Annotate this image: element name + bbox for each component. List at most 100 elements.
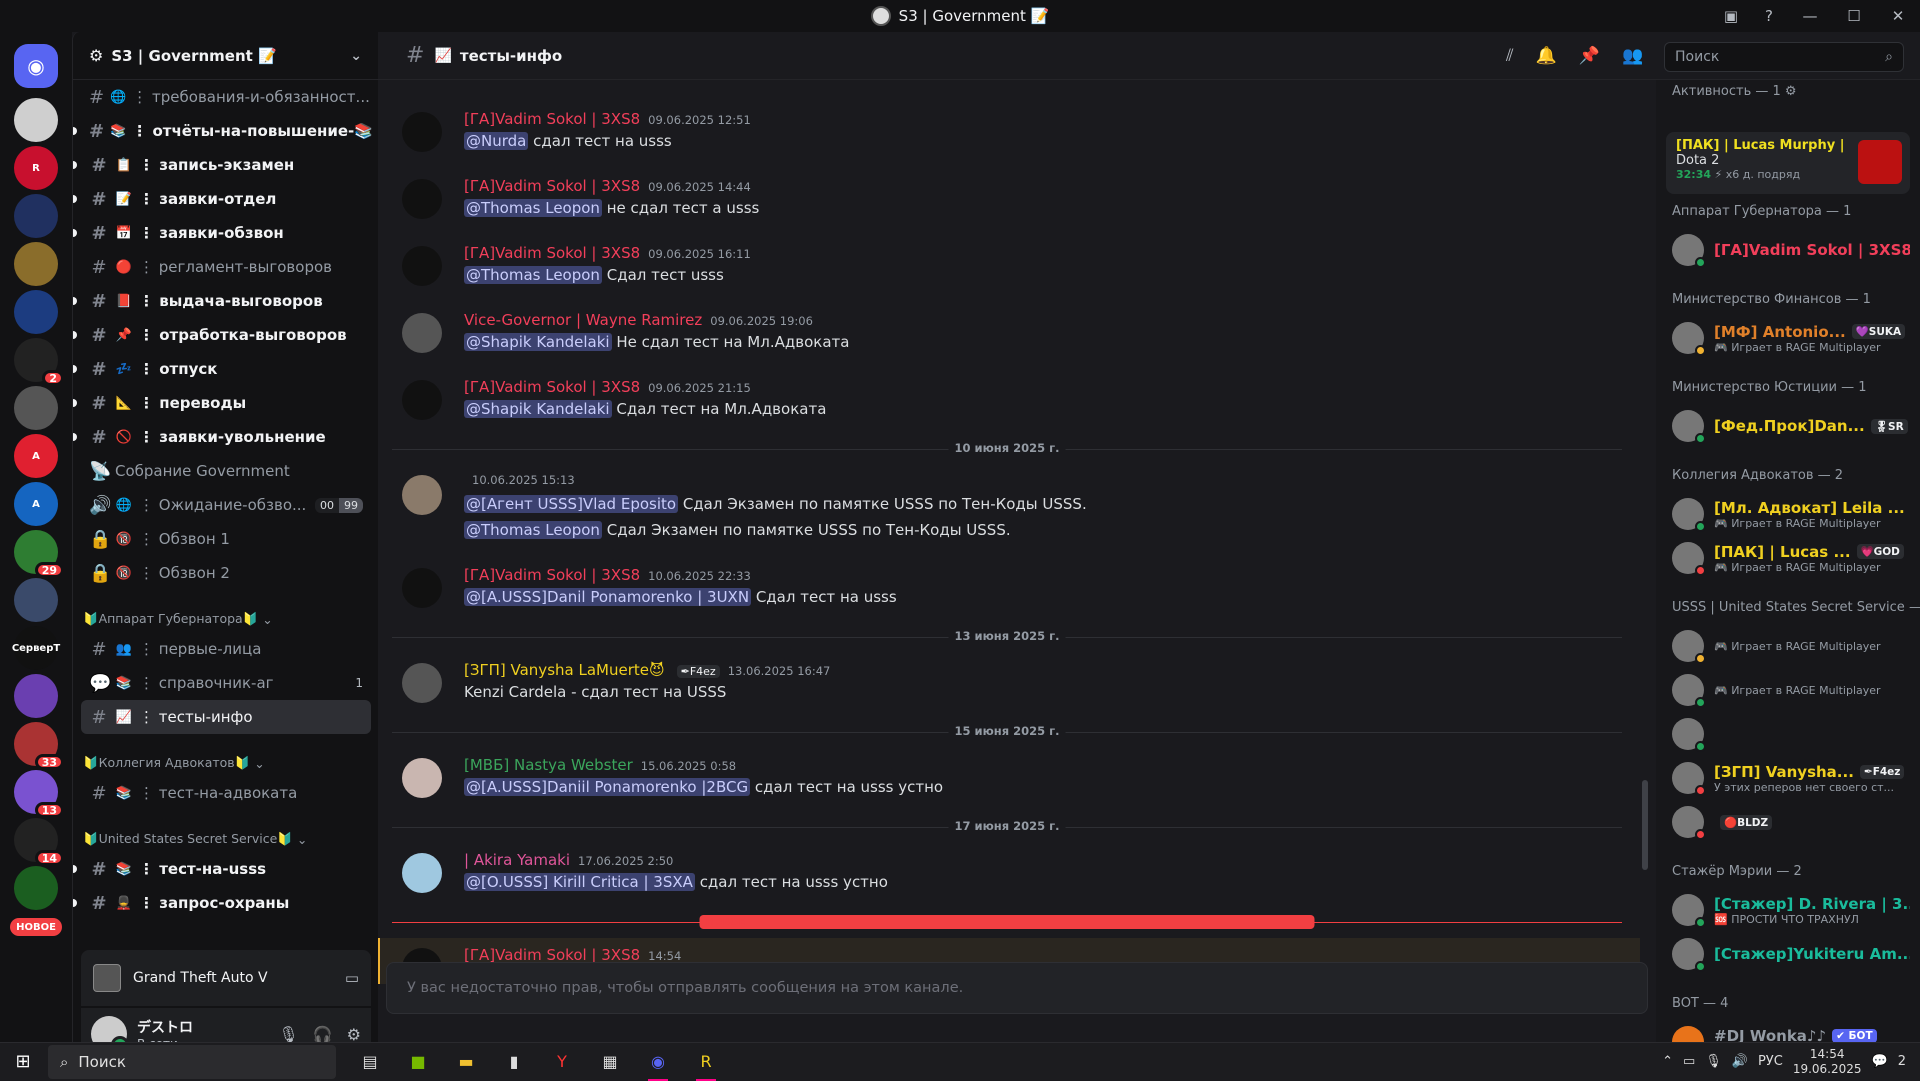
avatar[interactable] xyxy=(402,246,442,286)
new-label[interactable]: НОВОЕ xyxy=(10,918,62,936)
channel-заявки-увольнение[interactable]: # 🚫 ⋮ заявки-увольнение xyxy=(73,420,371,454)
avatar[interactable] xyxy=(402,568,442,608)
server-icon[interactable]: R xyxy=(14,146,58,190)
user-mention[interactable]: @[A.USSS]Daniil Ponamorenko |2BCG xyxy=(464,778,751,796)
app-icon[interactable]: ▮ xyxy=(490,1043,538,1081)
message-author[interactable]: [ГА]Vadim Sokol | 3XS8 xyxy=(464,110,640,128)
bell-icon[interactable]: 🔔 xyxy=(1536,46,1557,66)
microphone-tray-icon[interactable]: 🎙 xyxy=(1705,1054,1722,1069)
task-view-icon[interactable]: ▤ xyxy=(346,1043,394,1081)
guild-header[interactable]: ⚙ S3 | Government 📝 ⌄ xyxy=(73,32,378,80)
language-indicator[interactable]: РУС xyxy=(1758,1054,1783,1069)
avatar[interactable] xyxy=(402,663,442,703)
server-icon[interactable] xyxy=(14,242,58,286)
yandex-browser-icon[interactable]: Y xyxy=(538,1043,586,1081)
maximize-button[interactable]: ☐ xyxy=(1832,0,1876,32)
message-author[interactable]: [ЗГП] Vanysha LaMuerte😈 xyxy=(464,661,665,679)
member-row[interactable]: [ГА]Vadim Sokol | 3XS8 xyxy=(1672,228,1910,272)
discord-home-icon[interactable]: ◉ xyxy=(14,44,58,88)
server-icon[interactable]: 14 xyxy=(14,818,64,866)
member-row[interactable]: [Стажер]Yukiteru Am... xyxy=(1672,932,1910,976)
channel-Обзвон1[interactable]: 🔒 🔞 ⋮ Обзвон 1 xyxy=(81,522,371,556)
channel-запрос-охраны[interactable]: # 💂 ⋮ запрос-охраны xyxy=(73,886,371,920)
category-header[interactable]: 🔰Коллегия Адвокатов🔰 ⌄ xyxy=(73,750,379,776)
activity-card[interactable]: [ПАК] | Lucas Murphy | ... Dota 2 32:34 ⚡ … xyxy=(1666,132,1910,194)
message-author[interactable]: [ГА]Vadim Sokol | 3XS8 xyxy=(464,378,640,396)
rage-mp-icon[interactable]: R xyxy=(682,1043,730,1081)
channel-запись-экзамен[interactable]: # 📋 ⋮ запись-экзамен xyxy=(73,148,371,182)
server-icon[interactable] xyxy=(14,674,58,718)
server-icon[interactable]: 29 xyxy=(14,530,64,578)
avatar[interactable] xyxy=(402,313,442,353)
message-author[interactable]: [ГА]Vadim Sokol | 3XS8 xyxy=(464,177,640,195)
user-mention[interactable]: @Shapik Kandelaki xyxy=(464,333,612,351)
avatar[interactable] xyxy=(402,853,442,893)
settings-gear-icon[interactable]: ⚙ xyxy=(347,1025,361,1044)
message-author[interactable]: [ГА]Vadim Sokol | 3XS8 xyxy=(464,244,640,262)
minimize-button[interactable]: — xyxy=(1788,0,1832,32)
server-icon[interactable] xyxy=(14,194,58,238)
channel-отработка-выговоров[interactable]: # 📌 ⋮ отработка-выговоров xyxy=(73,318,371,352)
channel-справочник-аг[interactable]: 💬 📚 ⋮ справочник-аг 1 xyxy=(81,666,371,700)
avatar[interactable] xyxy=(402,475,442,515)
user-mention[interactable]: @Shapik Kandelaki xyxy=(464,400,612,418)
channel-требования-и-обязанн[interactable]: # 🌐 ⋮ требования-и-обязанност... xyxy=(81,80,371,114)
member-row[interactable]: 🎮 Играет в RAGE Multiplayer xyxy=(1672,668,1910,712)
channel-первые-лица[interactable]: # 👥 ⋮ первые-лица xyxy=(81,632,371,666)
member-row[interactable] xyxy=(1672,712,1910,756)
volume-icon[interactable]: 🔊 xyxy=(1732,1054,1748,1069)
server-icon[interactable] xyxy=(14,578,58,622)
member-row[interactable]: [Фед.Прок]Dan... 🎖SR xyxy=(1672,404,1910,448)
message-author[interactable]: [МВБ] Nastya Webster xyxy=(464,756,633,774)
avatar[interactable] xyxy=(402,179,442,219)
member-row[interactable]: 🎮 Играет в RAGE Multiplayer xyxy=(1672,624,1910,668)
channel-отчёты-на-повышение-[interactable]: # 📚 ⋮ отчёты-на-повышение-📚 xyxy=(73,114,373,148)
message-author[interactable]: [ГА]Vadim Sokol | 3XS8 xyxy=(464,566,640,584)
server-icon[interactable] xyxy=(14,98,58,142)
user-mention[interactable]: @[A.USSS]Danil Ponamorenko | 3UXN xyxy=(464,588,752,606)
category-header[interactable]: 🔰United States Secret Service🔰 ⌄ xyxy=(73,826,379,852)
channel-тесты-инфо[interactable]: # 📈 ⋮ тесты-инфо xyxy=(81,700,371,734)
member-row[interactable]: [Мл. Адвокат] Leila ... 🎮 Играет в RAGE M… xyxy=(1672,492,1910,536)
member-row[interactable]: 🔴BLDZ xyxy=(1672,800,1910,844)
help-icon[interactable]: ? xyxy=(1750,0,1788,32)
channel-отпуск[interactable]: # 💤 ⋮ отпуск xyxy=(73,352,371,386)
avatar[interactable] xyxy=(402,112,442,152)
message-author[interactable]: | Akira Yamaki xyxy=(464,851,570,869)
user-mention[interactable]: @Thomas Leopon xyxy=(464,199,602,217)
member-row[interactable]: [МФ] Antonio... 💜SUKA 🎮 Играет в RAGE Mult… xyxy=(1672,316,1910,360)
file-explorer-icon[interactable]: ▬ xyxy=(442,1043,490,1081)
clock[interactable]: 14:54 19.06.2025 xyxy=(1793,1047,1862,1077)
channel-заявки-обзвон[interactable]: # 📅 ⋮ заявки-обзвон xyxy=(73,216,371,250)
channel-тест-на-usss[interactable]: # 📚 ⋮ тест-на-usss xyxy=(73,852,371,886)
notepad-icon[interactable]: ▦ xyxy=(586,1043,634,1081)
activity-icon[interactable]: ▭ xyxy=(345,969,359,987)
server-icon[interactable] xyxy=(14,386,58,430)
user-mention[interactable]: @Nurda xyxy=(464,132,529,150)
close-button[interactable]: ✕ xyxy=(1876,0,1920,32)
user-mention[interactable]: @[O.USSS] Kirill Critica | 3SXA xyxy=(464,873,695,891)
member-row[interactable]: [Стажер] D. Rivera | 3... 🆘 ПРОСТИ ЧТО ТР… xyxy=(1672,888,1910,932)
channel-Обзвон2[interactable]: 🔒 🔞 ⋮ Обзвон 2 xyxy=(81,556,371,590)
chevron-down-icon[interactable]: ⌄ xyxy=(350,48,362,64)
threads-icon[interactable]: ⫽ xyxy=(1506,46,1514,66)
windows-start-icon[interactable]: ⊞ xyxy=(0,1043,46,1081)
avatar[interactable] xyxy=(402,380,442,420)
scrollbar-thumb[interactable] xyxy=(1642,780,1648,870)
user-mention[interactable]: @[Агент USSS]Vlad Eposito xyxy=(464,495,679,513)
server-icon[interactable]: 2 xyxy=(14,338,64,386)
channel-переводы[interactable]: # 📐 ⋮ переводы xyxy=(73,386,371,420)
user-mention[interactable]: @Thomas Leopon xyxy=(464,266,602,284)
server-icon[interactable]: СерверТ xyxy=(12,626,60,670)
search-input[interactable]: Поиск ⌕ xyxy=(1664,42,1904,72)
member-row[interactable]: #DJ Wonka♪♪✔ БОТhttps://juniper.bot xyxy=(1672,1020,1910,1042)
member-row[interactable]: [ЗГП] Vanysha... ✒F4ez У этих реперов нет … xyxy=(1672,756,1910,800)
server-icon[interactable] xyxy=(14,866,58,910)
channel-выдача-выговоров[interactable]: # 📕 ⋮ выдача-выговоров xyxy=(73,284,371,318)
server-icon[interactable]: A xyxy=(14,434,58,478)
category-header[interactable]: 🔰Аппарат Губернатора🔰 ⌄ xyxy=(73,606,379,632)
network-icon[interactable]: ▭ xyxy=(1683,1054,1695,1069)
taskbar-search[interactable]: ⌕ Поиск xyxy=(48,1044,336,1079)
server-icon[interactable]: 33 xyxy=(14,722,64,770)
channel-тест-на-адвоката[interactable]: # 📚 ⋮ тест-на-адвоката xyxy=(81,776,371,810)
